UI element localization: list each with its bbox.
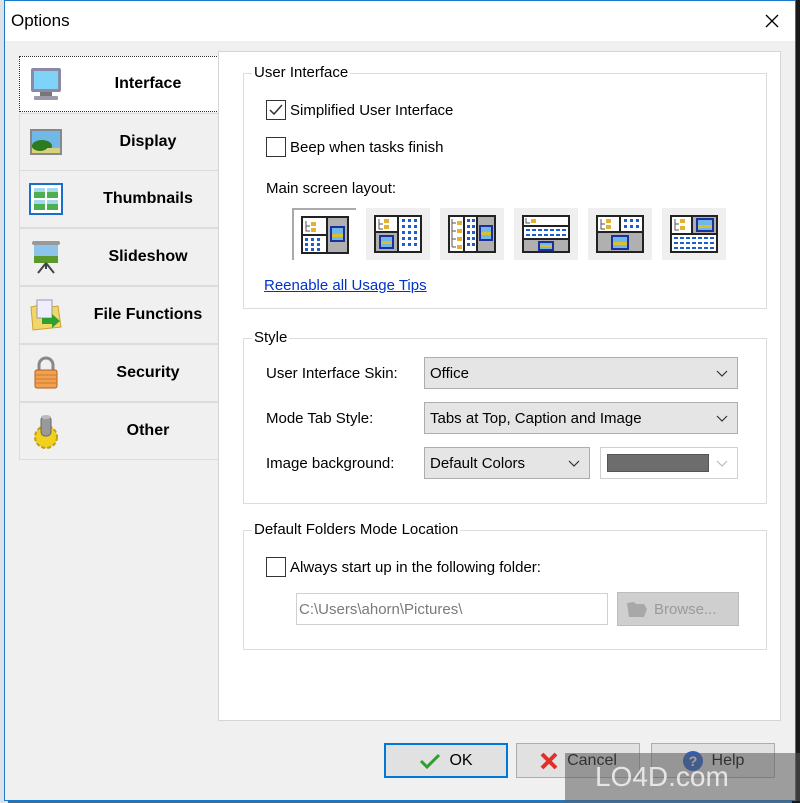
title-bar: Options (5, 1, 795, 41)
image-background-select[interactable]: Default Colors (424, 447, 590, 479)
folder-arrow-icon (30, 299, 62, 331)
close-icon (765, 14, 779, 28)
chevron-down-icon (716, 370, 728, 377)
user-interface-group: User Interface Simplified User Interface… (243, 64, 767, 309)
monitor-icon (31, 68, 61, 100)
chevron-down-icon (716, 460, 728, 467)
sidebar-item-label: Display (119, 133, 177, 150)
beep-checkbox[interactable]: Beep when tasks finish (266, 137, 443, 157)
ok-button[interactable]: OK (384, 743, 508, 778)
landscape-picture-icon (30, 129, 62, 155)
layout-tree-thumbs-preview-columns-icon (448, 215, 496, 253)
sidebar-item-slideshow[interactable]: Slideshow (19, 228, 219, 286)
checkbox-label: Always start up in the following folder: (290, 558, 541, 576)
layout-tree-preview-left-thumbs-right-icon (374, 215, 422, 253)
layout-option-4[interactable] (514, 208, 578, 260)
interface-settings-panel: User Interface Simplified User Interface… (218, 51, 781, 721)
thumbnails-grid-icon (29, 183, 63, 215)
layout-tree-top-thumbs-middle-preview-bottom-icon (522, 215, 570, 253)
ui-skin-select[interactable]: Office (424, 357, 738, 389)
close-button[interactable] (749, 1, 795, 41)
layout-option-5[interactable] (588, 208, 652, 260)
watermark-text: LO4D.com (595, 761, 729, 792)
sidebar-item-label: Security (116, 364, 180, 381)
sidebar-item-interface[interactable]: Interface (19, 56, 219, 112)
padlock-icon (34, 356, 58, 389)
layout-tree-preview-top-thumbs-bottom-icon (670, 215, 718, 253)
ok-label: OK (449, 751, 473, 769)
group-title: Style (252, 329, 290, 346)
group-title: Default Folders Mode Location (252, 521, 461, 538)
checkbox-box[interactable] (266, 137, 286, 157)
style-group: Style User Interface Skin: Office Mode T… (243, 329, 767, 504)
reenable-usage-tips-link[interactable]: Reenable all Usage Tips (264, 277, 427, 294)
chevron-down-icon (716, 415, 728, 422)
sidebar-item-security[interactable]: Security (19, 344, 219, 402)
sidebar-item-other[interactable]: Other (19, 402, 219, 460)
background-color-select[interactable] (600, 447, 738, 479)
layout-option-3[interactable] (440, 208, 504, 260)
select-value: Tabs at Top, Caption and Image (430, 409, 642, 427)
image-background-label: Image background: (266, 455, 395, 472)
folder-path-value: C:\Users\ahorn\Pictures\ (299, 600, 463, 618)
options-dialog: Options Interface Display Thumbnails Sli… (4, 0, 800, 801)
mode-tab-style-select[interactable]: Tabs at Top, Caption and Image (424, 402, 738, 434)
folder-path-input[interactable]: C:\Users\ahorn\Pictures\ (296, 593, 608, 625)
window-title: Options (11, 11, 70, 30)
mode-tab-style-label: Mode Tab Style: (266, 410, 374, 427)
sidebar-item-label: Other (126, 422, 170, 439)
layout-option-2[interactable] (366, 208, 430, 260)
layout-option-6[interactable] (662, 208, 726, 260)
layout-tree-thumbs-left-preview-right-icon (301, 216, 349, 254)
red-x-icon (540, 752, 558, 769)
browse-label: Browse... (654, 600, 717, 618)
sidebar-item-file-functions[interactable]: File Functions (19, 286, 219, 344)
sidebar-item-label: Interface (114, 75, 182, 92)
projector-screen-icon (32, 241, 60, 274)
sidebar-item-thumbnails[interactable]: Thumbnails (19, 170, 219, 228)
checkmark-icon (420, 753, 441, 769)
always-start-folder-checkbox[interactable]: Always start up in the following folder: (266, 557, 541, 577)
ui-skin-label: User Interface Skin: (266, 365, 398, 382)
group-title: User Interface (252, 64, 351, 81)
select-value: Default Colors (430, 454, 526, 472)
simplified-ui-checkbox[interactable]: Simplified User Interface (266, 100, 453, 120)
sidebar-item-label: File Functions (93, 306, 203, 323)
sidebar-item-label: Thumbnails (103, 190, 193, 207)
main-screen-layout-label: Main screen layout: (266, 180, 397, 197)
checkbox-label: Simplified User Interface (290, 101, 454, 119)
gear-cylinder-icon (34, 415, 58, 449)
sidebar: Interface Display Thumbnails Slideshow F… (19, 54, 219, 721)
color-swatch (607, 454, 709, 472)
sidebar-item-label: Slideshow (108, 248, 188, 265)
select-value: Office (430, 364, 469, 382)
checkmark-icon (269, 104, 283, 116)
layout-options (292, 208, 726, 260)
browse-button[interactable]: Browse... (617, 592, 739, 626)
watermark: LO4D.com (565, 753, 800, 801)
checkbox-box[interactable] (266, 557, 286, 577)
layout-option-1[interactable] (292, 208, 356, 260)
folder-icon (627, 602, 647, 617)
checkbox-label: Beep when tasks finish (290, 138, 444, 156)
default-folders-group: Default Folders Mode Location Always sta… (243, 521, 767, 650)
chevron-down-icon (568, 460, 580, 467)
checkbox-box[interactable] (266, 100, 286, 120)
sidebar-item-display[interactable]: Display (19, 113, 219, 171)
layout-tree-thumbs-top-preview-bottom-icon (596, 215, 644, 253)
